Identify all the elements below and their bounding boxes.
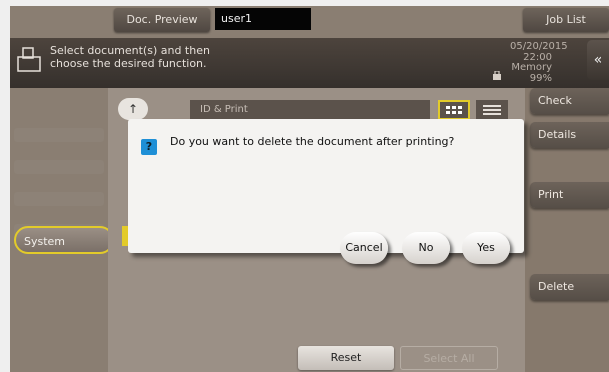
info-bar: Select document(s) and then choose the d… — [10, 38, 609, 88]
device-screen: Doc. Preview user1 Job List Select docum… — [10, 6, 609, 372]
double-chevron-left-icon: « — [593, 52, 603, 68]
print-button[interactable]: Print — [530, 182, 609, 208]
date-display: 05/20/2015 — [510, 41, 568, 52]
grid-icon — [446, 106, 462, 114]
top-bar: Doc. Preview user1 Job List — [10, 6, 609, 34]
instruction-line-1: Select document(s) and then — [50, 44, 210, 57]
status-readout: 05/20/2015 22:00 Memory 99% — [510, 41, 568, 84]
list-view-button[interactable] — [476, 100, 508, 120]
dialog-question: Do you want to delete the document after… — [170, 135, 455, 148]
memory-value: 99% — [529, 72, 552, 84]
cancel-button[interactable]: Cancel — [340, 232, 388, 264]
category-placeholder — [14, 192, 104, 206]
instruction-line-2: choose the desired function. — [50, 57, 207, 70]
list-icon — [483, 105, 501, 115]
delete-button[interactable]: Delete — [530, 274, 609, 300]
category-placeholder — [14, 160, 104, 174]
up-arrow-icon: ↑ — [127, 102, 139, 116]
details-button[interactable]: Details — [530, 122, 609, 148]
no-button[interactable]: No — [402, 232, 450, 264]
collapse-arrow-button[interactable]: « — [587, 40, 609, 80]
category-placeholder — [14, 128, 104, 142]
lock-icon — [493, 71, 501, 80]
doc-preview-button[interactable]: Doc. Preview — [114, 8, 210, 32]
reset-button[interactable]: Reset — [298, 346, 394, 370]
select-all-button[interactable]: Select All — [400, 346, 498, 370]
confirm-dialog: ? Do you want to delete the document aft… — [128, 119, 524, 253]
up-folder-button[interactable]: ↑ — [118, 98, 148, 120]
job-list-button[interactable]: Job List — [523, 8, 609, 32]
memory-label: Memory — [511, 62, 552, 73]
yes-button[interactable]: Yes — [462, 232, 510, 264]
thumbnail-view-button[interactable] — [438, 100, 470, 120]
user-name-display: user1 — [215, 8, 311, 30]
printer-icon — [17, 47, 41, 72]
question-icon: ? — [141, 139, 157, 155]
system-category-tab[interactable]: System — [14, 226, 114, 254]
instruction-message: Select document(s) and then choose the d… — [50, 44, 210, 70]
box-title: ID & Print — [190, 100, 430, 120]
check-setting-button[interactable]: Check Setting — [530, 88, 609, 133]
